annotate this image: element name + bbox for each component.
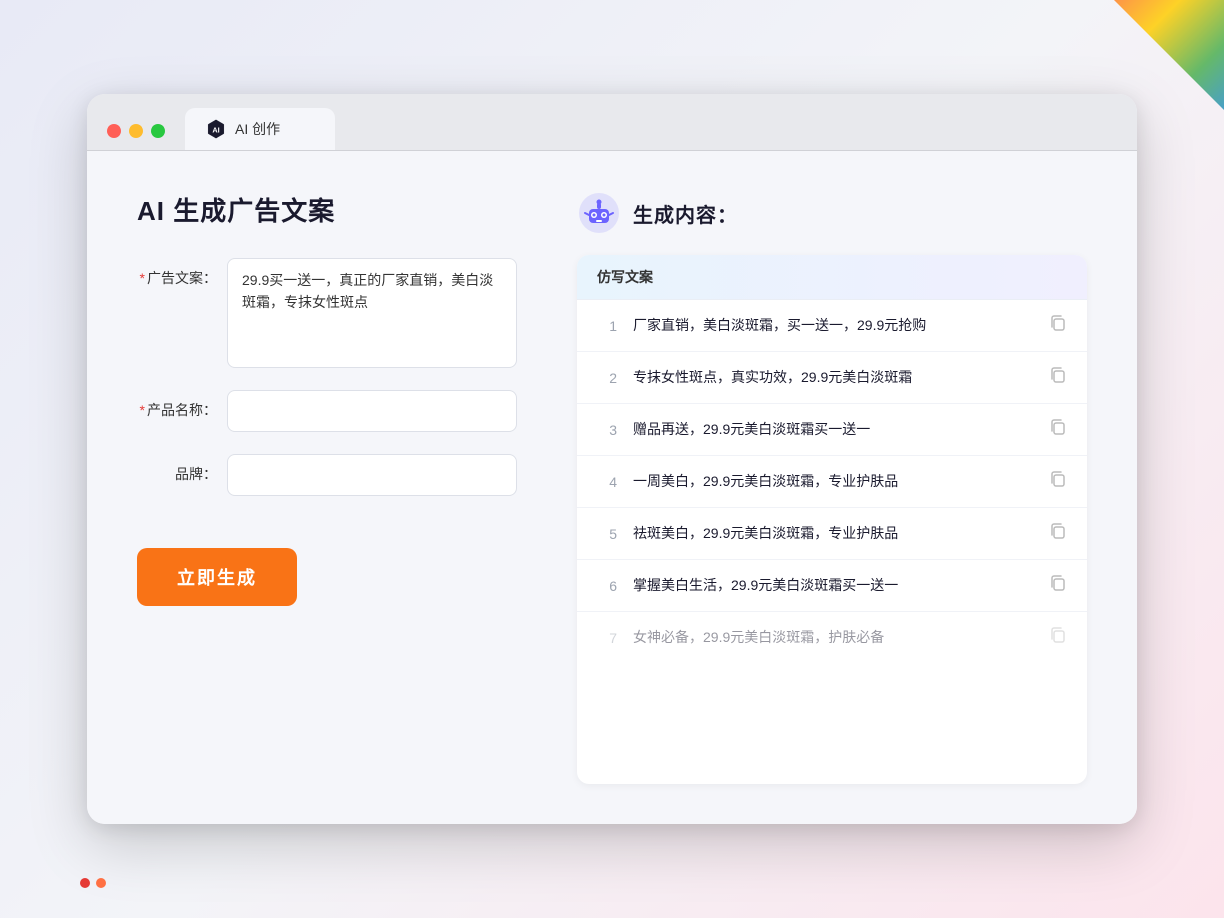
right-header: 生成内容： (577, 191, 1087, 235)
form-group-product-name: *产品名称： 美白淡斑霜 (137, 390, 517, 432)
minimize-button[interactable] (129, 124, 143, 138)
ai-tab-icon: AI (205, 118, 227, 140)
copy-icon[interactable] (1049, 470, 1067, 493)
result-text: 掌握美白生活，29.9元美白淡斑霜买一送一 (633, 575, 1033, 596)
copy-icon[interactable] (1049, 522, 1067, 545)
copy-icon[interactable] (1049, 418, 1067, 441)
result-text: 女神必备，29.9元美白淡斑霜，护肤必备 (633, 627, 1033, 648)
result-text: 赠品再送，29.9元美白淡斑霜买一送一 (633, 419, 1033, 440)
result-item: 5 祛斑美白，29.9元美白淡斑霜，专业护肤品 (577, 508, 1087, 560)
result-item: 1 厂家直销，美白淡斑霜，买一送一，29.9元抢购 (577, 300, 1087, 352)
result-text: 祛斑美白，29.9元美白淡斑霜，专业护肤品 (633, 523, 1033, 544)
product-name-input[interactable]: 美白淡斑霜 (227, 390, 517, 432)
result-number: 7 (597, 630, 617, 646)
close-button[interactable] (107, 124, 121, 138)
maximize-button[interactable] (151, 124, 165, 138)
result-container: 仿写文案 1 厂家直销，美白淡斑霜，买一送一，29.9元抢购 2 专抹女性斑点，真实… (577, 255, 1087, 784)
right-panel-title: 生成内容： (633, 199, 738, 228)
browser-chrome: AI AI 创作 (87, 94, 1137, 151)
page-title: AI 生成广告文案 (137, 191, 517, 228)
result-header: 仿写文案 (577, 255, 1087, 300)
dot-orange (96, 878, 106, 888)
copy-icon[interactable] (1049, 626, 1067, 649)
copy-icon[interactable] (1049, 574, 1067, 597)
result-text: 厂家直销，美白淡斑霜，买一送一，29.9元抢购 (633, 315, 1033, 336)
result-item: 3 赠品再送，29.9元美白淡斑霜买一送一 (577, 404, 1087, 456)
required-mark-2: * (140, 402, 145, 418)
decorative-dots (80, 878, 106, 888)
browser-content: AI 生成广告文案 *广告文案： 29.9买一送一，真正的厂家直销，美白淡斑霜，… (87, 151, 1137, 824)
result-number: 2 (597, 370, 617, 386)
result-item: 4 一周美白，29.9元美白淡斑霜，专业护肤品 (577, 456, 1087, 508)
form-group-brand: 品牌： 好白 (137, 454, 517, 496)
brand-label: 品牌： (137, 454, 217, 484)
result-number: 4 (597, 474, 617, 490)
browser-window: AI AI 创作 AI 生成广告文案 *广告文案： 29.9买一送一，真正的厂家… (87, 94, 1137, 824)
robot-icon (577, 191, 621, 235)
ad-copy-textarea[interactable]: 29.9买一送一，真正的厂家直销，美白淡斑霜，专抹女性斑点 (227, 258, 517, 368)
result-item: 6 掌握美白生活，29.9元美白淡斑霜买一送一 (577, 560, 1087, 612)
browser-tab[interactable]: AI AI 创作 (185, 108, 335, 150)
result-number: 6 (597, 578, 617, 594)
product-name-label: *产品名称： (137, 390, 217, 420)
result-text: 一周美白，29.9元美白淡斑霜，专业护肤品 (633, 471, 1033, 492)
result-list: 1 厂家直销，美白淡斑霜，买一送一，29.9元抢购 2 专抹女性斑点，真实功效，29… (577, 300, 1087, 663)
result-number: 1 (597, 318, 617, 334)
brand-input[interactable]: 好白 (227, 454, 517, 496)
dot-red (80, 878, 90, 888)
right-panel: 生成内容： 仿写文案 1 厂家直销，美白淡斑霜，买一送一，29.9元抢购 2 专抹女… (577, 191, 1087, 784)
copy-icon[interactable] (1049, 314, 1067, 337)
result-item: 2 专抹女性斑点，真实功效，29.9元美白淡斑霜 (577, 352, 1087, 404)
result-number: 5 (597, 526, 617, 542)
svg-text:AI: AI (212, 126, 219, 135)
left-panel: AI 生成广告文案 *广告文案： 29.9买一送一，真正的厂家直销，美白淡斑霜，… (137, 191, 517, 784)
result-item: 7 女神必备，29.9元美白淡斑霜，护肤必备 (577, 612, 1087, 663)
ad-copy-label: *广告文案： (137, 258, 217, 288)
result-text: 专抹女性斑点，真实功效，29.9元美白淡斑霜 (633, 367, 1033, 388)
generate-button[interactable]: 立即生成 (137, 548, 297, 606)
required-mark-1: * (140, 270, 145, 286)
copy-icon[interactable] (1049, 366, 1067, 389)
window-controls (107, 124, 165, 138)
result-number: 3 (597, 422, 617, 438)
form-group-ad-copy: *广告文案： 29.9买一送一，真正的厂家直销，美白淡斑霜，专抹女性斑点 (137, 258, 517, 368)
tab-label: AI 创作 (235, 119, 280, 139)
